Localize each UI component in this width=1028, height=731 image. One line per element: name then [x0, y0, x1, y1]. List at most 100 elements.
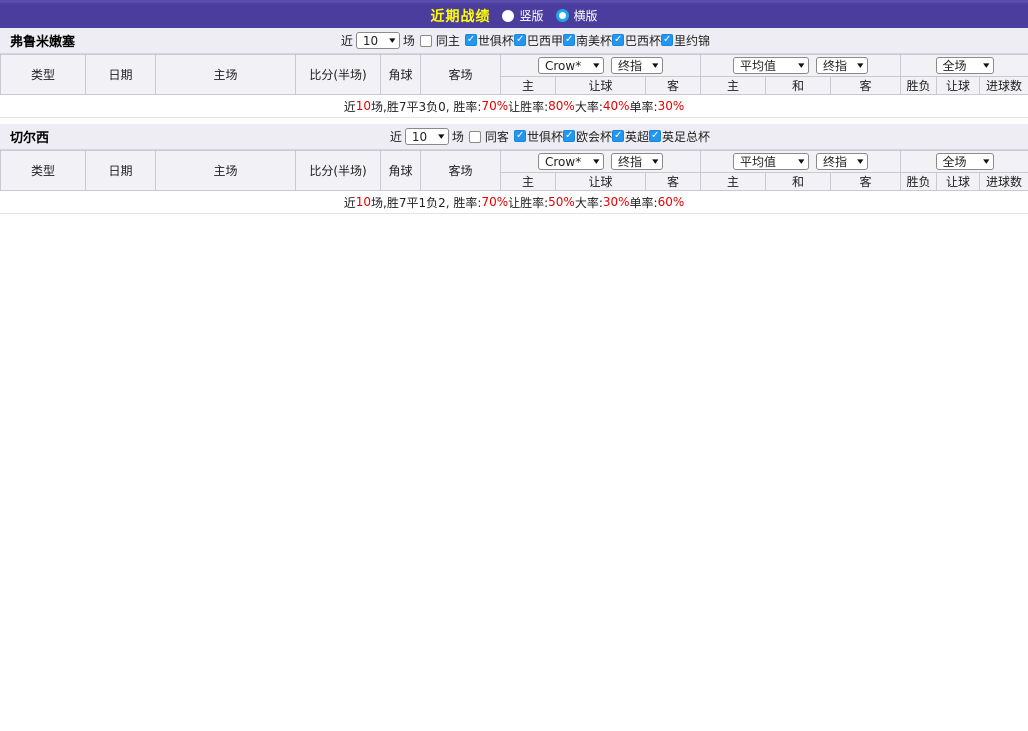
col-header-home: 主场	[156, 55, 296, 95]
team-name: 弗鲁米嫩塞	[10, 31, 75, 50]
avg-controls: 平均值▾ 终指▾	[701, 55, 901, 77]
games-count-select[interactable]: 10▾	[356, 32, 400, 49]
sub-header-avg-draw: 和	[766, 77, 831, 95]
sub-header-handicap: 让球	[556, 77, 646, 95]
league-checkbox-label: 世俱杯	[527, 128, 563, 145]
odds-company-select[interactable]: Crow*▾	[538, 57, 604, 74]
same-away-checkbox[interactable]: 同客	[469, 128, 509, 145]
checkbox-checked-icon	[661, 34, 673, 46]
summary-part: 60%	[658, 195, 685, 209]
league-filter-group: 世俱杯欧会杯英超英足总杯	[514, 128, 710, 146]
games-label: 场	[452, 128, 464, 145]
col-header-corners: 角球	[381, 151, 421, 191]
near-label: 近	[390, 128, 402, 145]
league-checkbox-里约锦[interactable]: 里约锦	[661, 32, 710, 49]
sub-header-avg-home: 主	[701, 77, 766, 95]
odds-time-select[interactable]: 终指▾	[611, 153, 663, 170]
sub-header-handicap-result: 让球	[937, 173, 980, 191]
chevron-down-icon: ▾	[983, 157, 989, 167]
col-header-score: 比分(半场)	[296, 55, 381, 95]
section-chelsea: 切尔西 近 10▾ 场 同客 世俱杯欧会杯英超英足总杯 类型 日期 主场 比	[0, 124, 1028, 214]
games-count-select[interactable]: 10▾	[405, 128, 449, 145]
filter-bar: 近 10▾ 场 同客 世俱杯欧会杯英超英足总杯	[390, 128, 710, 146]
col-header-away: 客场	[421, 55, 501, 95]
league-checkbox-欧会杯[interactable]: 欧会杯	[563, 128, 612, 145]
scope-select[interactable]: 全场▾	[936, 57, 994, 74]
league-checkbox-世俱杯[interactable]: 世俱杯	[465, 32, 514, 49]
league-checkbox-南美杯[interactable]: 南美杯	[563, 32, 612, 49]
avg-time-select[interactable]: 终指▾	[816, 153, 868, 170]
team-band: 弗鲁米嫩塞 近 10▾ 场 同主 世俱杯巴西甲南美杯巴西杯里约锦	[0, 28, 1028, 54]
summary-part: 30%	[603, 195, 630, 209]
filter-bar: 近 10▾ 场 同主 世俱杯巴西甲南美杯巴西杯里约锦	[341, 32, 710, 50]
summary-part: 70%	[481, 195, 508, 209]
col-header-corners: 角球	[381, 55, 421, 95]
checkbox-checked-icon	[563, 34, 575, 46]
league-checkbox-巴西杯[interactable]: 巴西杯	[612, 32, 661, 49]
odds-company-select[interactable]: Crow*▾	[538, 153, 604, 170]
chevron-down-icon: ▾	[858, 61, 864, 71]
col-header-home: 主场	[156, 151, 296, 191]
chevron-down-icon: ▾	[438, 132, 444, 142]
sub-header-handicap: 让球	[556, 173, 646, 191]
summary-part: 10	[356, 99, 371, 113]
avg-source-select[interactable]: 平均值▾	[733, 57, 809, 74]
league-checkbox-label: 世俱杯	[478, 32, 514, 49]
odds-controls: Crow*▾ 终指▾	[501, 151, 701, 173]
checkbox-checked-icon	[563, 130, 575, 142]
sub-header-avg-draw: 和	[766, 173, 831, 191]
scope-controls: 全场▾	[901, 55, 1028, 77]
summary-part: 近	[344, 98, 356, 115]
col-header-away: 客场	[421, 151, 501, 191]
team-band: 切尔西 近 10▾ 场 同客 世俱杯欧会杯英超英足总杯	[0, 124, 1028, 150]
sub-header-odds-away: 客	[646, 173, 701, 191]
summary-part: 50%	[548, 195, 575, 209]
summary-part: 场,胜7平1负2, 胜率:	[371, 194, 481, 211]
section-fluminense: 弗鲁米嫩塞 近 10▾ 场 同主 世俱杯巴西甲南美杯巴西杯里约锦 类型 日期 主…	[0, 28, 1028, 118]
chevron-down-icon: ▾	[983, 61, 989, 71]
chevron-down-icon: ▾	[389, 36, 395, 46]
summary-part: 单率:	[630, 98, 658, 115]
sub-header-odds-away: 客	[646, 77, 701, 95]
league-checkbox-英超[interactable]: 英超	[612, 128, 649, 145]
radio-selected-icon	[556, 9, 569, 22]
radio-vertical-label: 竖版	[519, 7, 543, 24]
league-checkbox-label: 欧会杯	[576, 128, 612, 145]
games-label: 场	[403, 32, 415, 49]
sub-header-result: 胜负	[901, 173, 937, 191]
chevron-down-icon: ▾	[594, 157, 600, 167]
league-checkbox-label: 英足总杯	[662, 128, 710, 145]
summary-part: 让胜率:	[508, 194, 548, 211]
league-checkbox-巴西甲[interactable]: 巴西甲	[514, 32, 563, 49]
col-header-date: 日期	[86, 151, 156, 191]
avg-time-select[interactable]: 终指▾	[816, 57, 868, 74]
sub-header-handicap-result: 让球	[937, 77, 980, 95]
summary-part: 场,胜7平3负0, 胜率:	[371, 98, 481, 115]
sub-header-goals: 进球数	[980, 173, 1028, 191]
summary-part: 10	[356, 195, 371, 209]
chevron-down-icon: ▾	[594, 61, 600, 71]
col-header-date: 日期	[86, 55, 156, 95]
league-checkbox-世俱杯[interactable]: 世俱杯	[514, 128, 563, 145]
avg-source-select[interactable]: 平均值▾	[733, 153, 809, 170]
scope-select[interactable]: 全场▾	[936, 153, 994, 170]
odds-time-select[interactable]: 终指▾	[611, 57, 663, 74]
summary-part: 大率:	[575, 98, 603, 115]
radio-horizontal-layout[interactable]: 横版	[556, 7, 598, 24]
sub-header-result: 胜负	[901, 77, 937, 95]
checkbox-checked-icon	[649, 130, 661, 142]
league-checkbox-label: 南美杯	[576, 32, 612, 49]
near-label: 近	[341, 32, 353, 49]
chevron-down-icon: ▾	[653, 61, 659, 71]
col-header-type: 类型	[1, 55, 86, 95]
radio-vertical-layout[interactable]: 竖版	[502, 7, 543, 24]
league-checkbox-英足总杯[interactable]: 英足总杯	[649, 128, 710, 145]
checkbox-unchecked-icon	[469, 131, 481, 143]
summary-line: 近10场,胜7平3负0, 胜率:70% 让胜率:80% 大率:40% 单率:30…	[0, 95, 1028, 118]
checkbox-checked-icon	[612, 34, 624, 46]
summary-part: 80%	[548, 99, 575, 113]
summary-part: 30%	[658, 99, 685, 113]
same-home-checkbox[interactable]: 同主	[420, 32, 460, 49]
checkbox-checked-icon	[514, 130, 526, 142]
summary-part: 40%	[603, 99, 630, 113]
